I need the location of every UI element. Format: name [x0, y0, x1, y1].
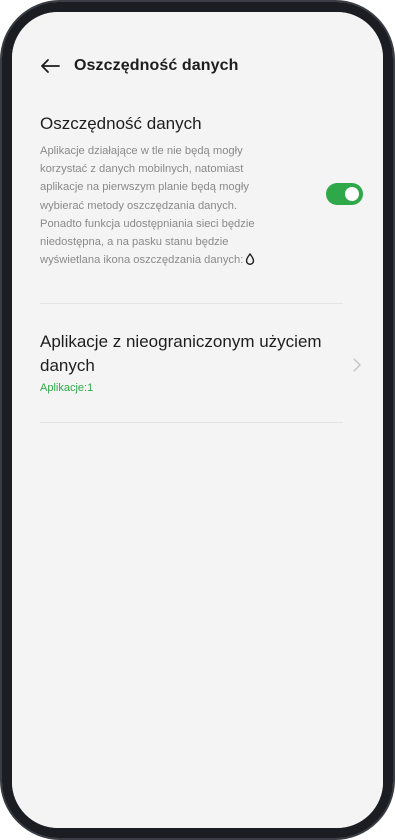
data-saver-description: Aplikacje działające w tle nie będą mogł… [40, 142, 280, 271]
screen: Oszczędność danych Oszczędność danych Ap… [12, 12, 383, 828]
toggle-knob [345, 187, 359, 201]
unrestricted-apps-title: Aplikacje z nieograniczonym użyciem dany… [40, 332, 322, 375]
droplet-icon [245, 253, 255, 271]
unrestricted-apps-row[interactable]: Aplikacje z nieograniczonym użyciem dany… [12, 314, 383, 418]
arrow-left-icon [41, 59, 60, 73]
divider [40, 303, 343, 304]
divider [40, 422, 343, 423]
phone-device: Oszczędność danych Oszczędność danych Ap… [0, 0, 395, 840]
chevron-right-icon [353, 358, 361, 377]
page-title: Oszczędność danych [74, 57, 239, 74]
data-saver-title: Oszczędność danych [40, 114, 202, 133]
phone-frame: Oszczędność danych Oszczędność danych Ap… [2, 2, 393, 838]
data-saver-toggle[interactable] [326, 183, 363, 205]
top-bar: Oszczędność danych [12, 46, 383, 86]
unrestricted-apps-count: Aplikacje:1 [40, 382, 94, 394]
back-button[interactable] [36, 52, 64, 80]
data-saver-description-text: Aplikacje działające w tle nie będą mogł… [40, 145, 255, 267]
